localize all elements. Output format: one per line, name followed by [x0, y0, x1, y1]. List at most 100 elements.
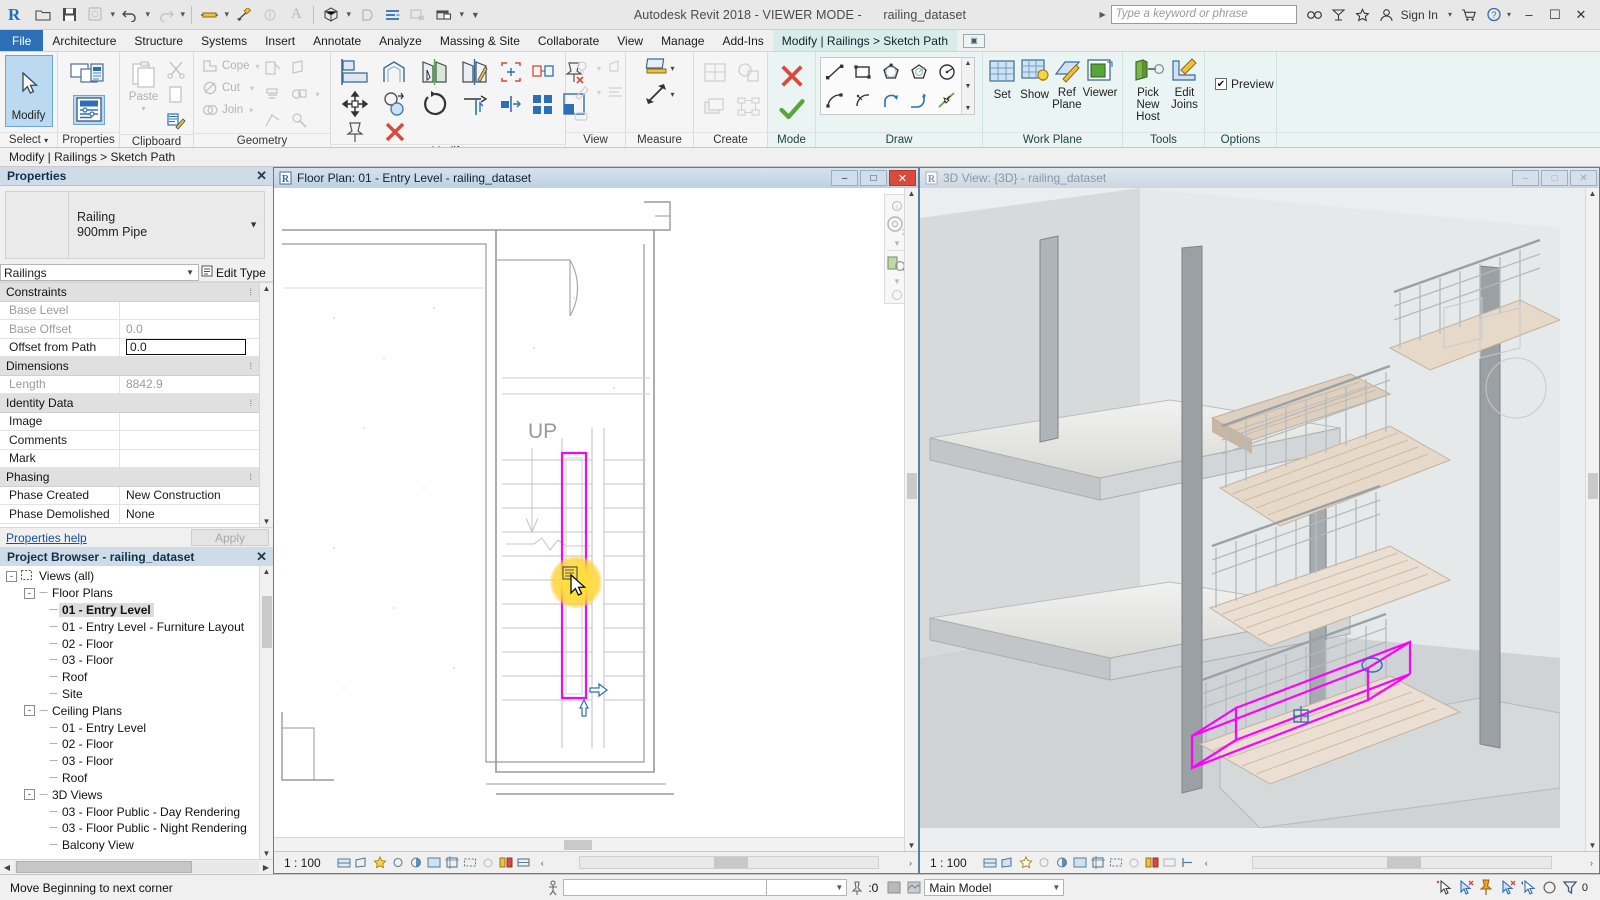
ribbon-display-options[interactable]: ▣: [963, 30, 985, 51]
pb-hscroll-right-icon[interactable]: ▶: [259, 863, 273, 872]
tab-massing-and-site[interactable]: Massing & Site: [431, 30, 529, 51]
move-icon[interactable]: [335, 88, 375, 120]
tab-manage[interactable]: Manage: [652, 30, 713, 51]
fp-vscroll-thumb[interactable]: [907, 473, 917, 500]
draw-gallery-scrollbar[interactable]: ▲ ▼ ▼: [961, 58, 974, 114]
ribbon-minimize-icon[interactable]: ▣: [963, 33, 985, 48]
property-row-mark[interactable]: Mark: [0, 449, 259, 468]
preview-checkbox-box[interactable]: ✔: [1215, 78, 1227, 90]
three-d-bottom-scroll-thumb[interactable]: [1386, 857, 1421, 868]
open-icon[interactable]: [30, 3, 56, 27]
property-value-comments[interactable]: [120, 431, 259, 449]
draw-fillet-arc-icon[interactable]: [905, 86, 933, 114]
draw-line-icon[interactable]: [821, 58, 849, 86]
show-crop-region-icon[interactable]: [463, 855, 478, 870]
unpin-icon[interactable]: [335, 120, 375, 144]
search-icon[interactable]: [1303, 4, 1327, 26]
floor-plan-scale[interactable]: 1 : 100: [284, 856, 321, 870]
aligned-dimension-icon[interactable]: [231, 3, 257, 27]
status-workset-combo[interactable]: Main Model ▼: [924, 879, 1065, 896]
sign-in-button[interactable]: Sign In: [1399, 8, 1442, 22]
tree-node-3d-views[interactable]: - ─ 3D Views: [0, 786, 259, 803]
pb-hscroll-left-icon[interactable]: ◀: [0, 863, 14, 872]
td-vscroll-down-icon[interactable]: ▼: [1589, 841, 1597, 850]
tab-view[interactable]: View: [608, 30, 652, 51]
draw-center-ends-arc-icon[interactable]: [849, 86, 877, 114]
property-value-base-offset[interactable]: 0.0: [120, 320, 259, 338]
floor-plan-resize-grip[interactable]: ›: [909, 858, 918, 868]
3d-view-dropdown-icon[interactable]: ▾: [344, 9, 353, 20]
window-close-button[interactable]: ✕: [1568, 4, 1594, 26]
status-filter-input[interactable]: [563, 879, 768, 896]
save-as-dropdown-icon[interactable]: ▾: [108, 9, 117, 20]
match-type-icon[interactable]: [163, 108, 189, 134]
tree-node-01-entry-level[interactable]: ─ 01 - Entry Level: [0, 602, 259, 619]
tab-file[interactable]: File: [0, 30, 44, 51]
filter-icon[interactable]: [1561, 879, 1581, 897]
shadows-icon[interactable]: [409, 855, 424, 870]
tree-node-roof-fp[interactable]: ─ Roof: [0, 669, 259, 686]
save-icon[interactable]: [56, 3, 82, 27]
td-shadows-icon[interactable]: [1055, 855, 1070, 870]
mirror-pick-axis-icon[interactable]: [415, 56, 455, 88]
three-d-canvas[interactable]: ▲ ▼: [920, 188, 1599, 851]
tab-analyze[interactable]: Analyze: [370, 30, 431, 51]
type-selector-value[interactable]: Railing 900mm Pipe ▼: [68, 191, 265, 259]
section-icon[interactable]: [353, 3, 379, 27]
type-selector-dropdown-icon[interactable]: ▼: [249, 218, 258, 233]
reveal-hidden-elements-icon[interactable]: [517, 855, 532, 870]
tree-node-02-floor[interactable]: ─ 02 - Floor: [0, 635, 259, 652]
pb-scroll-down-icon[interactable]: ▼: [263, 849, 271, 858]
td-view-options-more-icon[interactable]: ‹: [1199, 855, 1214, 870]
three-d-title-bar[interactable]: R 3D View: {3D} - railing_dataset – □ ✕: [920, 168, 1599, 188]
help-icon[interactable]: ?: [1482, 4, 1506, 26]
three-d-vertical-scrollbar[interactable]: ▲ ▼: [1585, 188, 1599, 851]
tab-add-ins[interactable]: Add-Ins: [713, 30, 772, 51]
tree-node-balcony-view[interactable]: ─ Balcony View: [0, 837, 259, 854]
draw-circumscribed-polygon-icon[interactable]: [905, 58, 933, 86]
select-circle-toggle-icon[interactable]: [1540, 879, 1560, 897]
draw-gallery-scroll-up-icon[interactable]: ▲: [965, 59, 972, 68]
lock-3d-view-icon[interactable]: [481, 855, 496, 870]
property-row-base-level[interactable]: Base Level: [0, 301, 259, 320]
td-render-icon[interactable]: [1073, 855, 1088, 870]
draw-pick-lines-icon[interactable]: [933, 86, 961, 114]
tree-node-views-all[interactable]: - Views (all): [0, 568, 259, 585]
communication-center-icon[interactable]: [1327, 4, 1351, 26]
measure-along-dropdown-icon[interactable]: ▾: [670, 90, 674, 99]
crop-view-icon[interactable]: [445, 855, 460, 870]
measure-dropdown-icon[interactable]: ▾: [222, 9, 231, 20]
tree-node-floor-plans[interactable]: - ─ Floor Plans: [0, 585, 259, 602]
move-to-icon[interactable]: [495, 56, 527, 88]
text-icon[interactable]: A: [283, 3, 309, 27]
split-icon[interactable]: [495, 88, 527, 120]
select-links-toggle-icon[interactable]: [1435, 879, 1455, 897]
type-selector[interactable]: Railing 900mm Pipe ▼: [0, 186, 273, 264]
fp-hscroll-thumb[interactable]: [563, 840, 592, 850]
td-crop-view-icon[interactable]: [1091, 855, 1106, 870]
tree-node-ceiling-plans[interactable]: - ─ Ceiling Plans: [0, 702, 259, 719]
tab-modify-railings-sketch-path[interactable]: Modify | Railings > Sketch Path: [772, 30, 957, 51]
infocenter-expand-icon[interactable]: ▶: [1099, 10, 1105, 19]
td-reveal-hidden-icon[interactable]: [1163, 855, 1178, 870]
expander-floor-plans[interactable]: -: [24, 587, 35, 599]
cancel-sketch-mode-icon[interactable]: [779, 59, 805, 93]
search-input[interactable]: Type a keyword or phrase: [1110, 5, 1297, 24]
help-dropdown-icon[interactable]: ▾: [1507, 10, 1511, 19]
draw-tangent-end-arc-icon[interactable]: [877, 86, 905, 114]
fp-vscroll-down-icon[interactable]: ▼: [908, 841, 916, 850]
save-as-icon[interactable]: [82, 3, 108, 27]
render-icon[interactable]: [427, 855, 442, 870]
3d-view-icon[interactable]: [318, 3, 344, 27]
array-icon[interactable]: [527, 88, 559, 120]
expander-3d-views[interactable]: -: [24, 789, 35, 801]
copy-icon-modify[interactable]: [375, 88, 415, 120]
undo-dropdown-icon[interactable]: ▾: [143, 9, 152, 20]
properties-scroll-up-icon[interactable]: ▲: [263, 284, 271, 293]
sun-path-icon[interactable]: [391, 855, 406, 870]
td-visual-style-icon[interactable]: [1019, 855, 1034, 870]
properties-close-icon[interactable]: ✕: [254, 168, 269, 184]
delete-icon[interactable]: [375, 120, 415, 144]
floor-plan-vertical-scrollbar[interactable]: ▲ ▼: [904, 188, 918, 851]
three-d-bottom-scroll[interactable]: [1251, 856, 1552, 869]
